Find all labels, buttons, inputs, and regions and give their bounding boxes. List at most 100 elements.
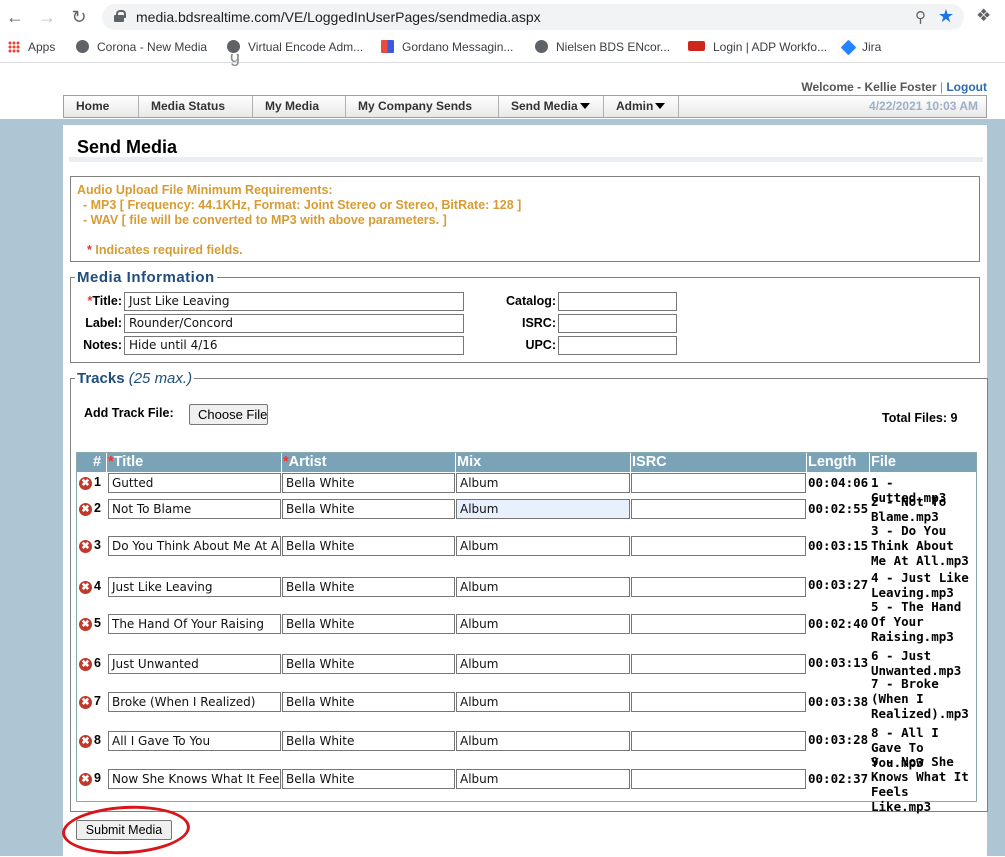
address-bar[interactable]: media.bdsrealtime.com/VE/LoggedInUserPag… [102, 4, 964, 30]
track-mix-input[interactable]: Album [456, 769, 630, 789]
zoom-icon[interactable]: ⚲ [915, 8, 926, 26]
track-isrc-input[interactable] [631, 692, 806, 712]
track-mix-input[interactable]: Album [456, 577, 630, 597]
forward-arrow-icon[interactable]: → [36, 6, 58, 28]
tracks-max-note: (25 max.) [128, 370, 193, 387]
track-length: 00:04:06 [808, 475, 869, 490]
delete-icon[interactable]: ✖ [79, 773, 92, 786]
track-length: 00:03:28 [808, 732, 869, 747]
track-title-input[interactable]: Not To Blame [108, 499, 281, 519]
col-artist-header: *Artist [282, 453, 456, 472]
bookmark-adp[interactable]: Login | ADP Workfo... [688, 40, 827, 54]
bookmark-star-icon[interactable]: ★ [938, 6, 954, 27]
table-row: ✖ 4 Just Like Leaving Bella White Album … [77, 569, 976, 607]
row-number: 1 [94, 475, 101, 489]
lock-icon [114, 10, 126, 22]
reload-icon[interactable]: ↻ [68, 6, 90, 28]
track-mix-input[interactable]: Album [456, 731, 630, 751]
bookmark-jira[interactable]: Jira [840, 39, 881, 56]
globe-icon [535, 40, 548, 53]
track-artist-input[interactable]: Bella White [282, 769, 455, 789]
track-isrc-input[interactable] [631, 499, 806, 519]
track-isrc-input[interactable] [631, 614, 806, 634]
track-isrc-input[interactable] [631, 577, 806, 597]
browser-toolbar: ← → ↻ media.bdsrealtime.com/VE/LoggedInU… [0, 0, 1005, 34]
track-title-input[interactable]: Now She Knows What It Fee [108, 769, 281, 789]
delete-icon[interactable]: ✖ [79, 503, 92, 516]
delete-icon[interactable]: ✖ [79, 658, 92, 671]
track-artist-input[interactable]: Bella White [282, 499, 455, 519]
track-isrc-input[interactable] [631, 473, 806, 493]
track-artist-input[interactable]: Bella White [282, 536, 455, 556]
back-arrow-icon[interactable]: ← [4, 6, 26, 28]
chevron-down-icon [579, 103, 590, 109]
track-artist-input[interactable]: Bella White [282, 473, 455, 493]
track-title-input[interactable]: Gutted [108, 473, 281, 493]
title-input[interactable]: Just Like Leaving [124, 292, 464, 311]
track-artist-input[interactable]: Bella White [282, 577, 455, 597]
bookmark-nielsen[interactable]: Nielsen BDS ENcor... [535, 40, 670, 54]
menu-my-media[interactable]: My Media [253, 96, 346, 117]
isrc-input[interactable] [558, 314, 677, 333]
menu-send-media[interactable]: Send Media [499, 96, 604, 117]
bookmark-virtual-encode[interactable]: Virtual Encode Adm... [227, 40, 363, 54]
delete-icon[interactable]: ✖ [79, 581, 92, 594]
track-isrc-input[interactable] [631, 769, 806, 789]
track-title-input[interactable]: All I Gave To You [108, 731, 281, 751]
table-row: ✖ 3 Do You Think About Me At A Bella Whi… [77, 523, 976, 569]
globe-icon [76, 40, 89, 53]
track-artist-input[interactable]: Bella White [282, 731, 455, 751]
delete-icon[interactable]: ✖ [79, 540, 92, 553]
url-text[interactable]: media.bdsrealtime.com/VE/LoggedInUserPag… [136, 9, 541, 25]
track-length: 00:03:15 [808, 538, 869, 553]
col-num-header: # [92, 453, 107, 472]
track-title-input[interactable]: Broke (When I Realized) [108, 692, 281, 712]
table-row: ✖ 8 All I Gave To You Bella White Album … [77, 723, 976, 770]
current-datetime: 4/22/2021 10:03 AM [869, 99, 978, 113]
delete-icon[interactable]: ✖ [79, 477, 92, 490]
track-artist-input[interactable]: Bella White [282, 692, 455, 712]
menu-my-company-sends[interactable]: My Company Sends [346, 96, 499, 117]
welcome-text: Welcome - Kellie Foster [801, 80, 937, 94]
bookmark-apps[interactable]: Apps [8, 40, 55, 54]
track-file-name: 9 - Now She Knows What It Feels Like.mp3 [871, 754, 969, 814]
track-mix-input[interactable]: Album [456, 614, 630, 634]
delete-icon[interactable]: ✖ [79, 618, 92, 631]
track-title-input[interactable]: The Hand Of Your Raising [108, 614, 281, 634]
track-mix-input[interactable]: Album [456, 473, 630, 493]
main-menu: Home Media Status My Media My Company Se… [63, 95, 987, 118]
logout-link[interactable]: Logout [946, 80, 987, 94]
row-number: 7 [94, 694, 101, 708]
track-title-input[interactable]: Do You Think About Me At A [108, 536, 281, 556]
track-mix-input[interactable]: Album [456, 536, 630, 556]
track-mix-input[interactable]: Album [456, 499, 630, 519]
choose-file-button[interactable]: Choose File [189, 404, 268, 425]
track-isrc-input[interactable] [631, 536, 806, 556]
track-title-input[interactable]: Just Unwanted [108, 654, 281, 674]
requirements-mp3: - MP3 [ Frequency: 44.1KHz, Format: Join… [83, 198, 522, 212]
bookmark-corona[interactable]: Corona - New Media [76, 40, 207, 54]
table-row: ✖ 7 Broke (When I Realized) Bella White … [77, 676, 976, 723]
menu-media-status[interactable]: Media Status [139, 96, 253, 117]
delete-icon[interactable]: ✖ [79, 696, 92, 709]
delete-icon[interactable]: ✖ [79, 735, 92, 748]
upc-input[interactable] [558, 336, 677, 355]
label-input[interactable]: Rounder/Concord [124, 314, 464, 333]
track-mix-input[interactable]: Album [456, 692, 630, 712]
menu-home[interactable]: Home [64, 96, 139, 117]
row-number: 9 [94, 771, 101, 785]
bookmark-gordano[interactable]: Gordano Messagin... [381, 40, 513, 54]
track-title-input[interactable]: Just Like Leaving [108, 577, 281, 597]
track-isrc-input[interactable] [631, 654, 806, 674]
track-isrc-input[interactable] [631, 731, 806, 751]
catalog-input[interactable] [558, 292, 677, 311]
globe-icon [227, 40, 240, 53]
table-row: ✖ 9 Now She Knows What It Fee Bella Whit… [77, 754, 976, 814]
track-length: 00:03:13 [808, 655, 869, 670]
track-artist-input[interactable]: Bella White [282, 614, 455, 634]
track-mix-input[interactable]: Album [456, 654, 630, 674]
track-artist-input[interactable]: Bella White [282, 654, 455, 674]
extensions-puzzle-icon[interactable]: ❖ [976, 6, 991, 26]
notes-input[interactable]: Hide until 4/16 [124, 336, 464, 355]
menu-admin[interactable]: Admin [604, 96, 679, 117]
